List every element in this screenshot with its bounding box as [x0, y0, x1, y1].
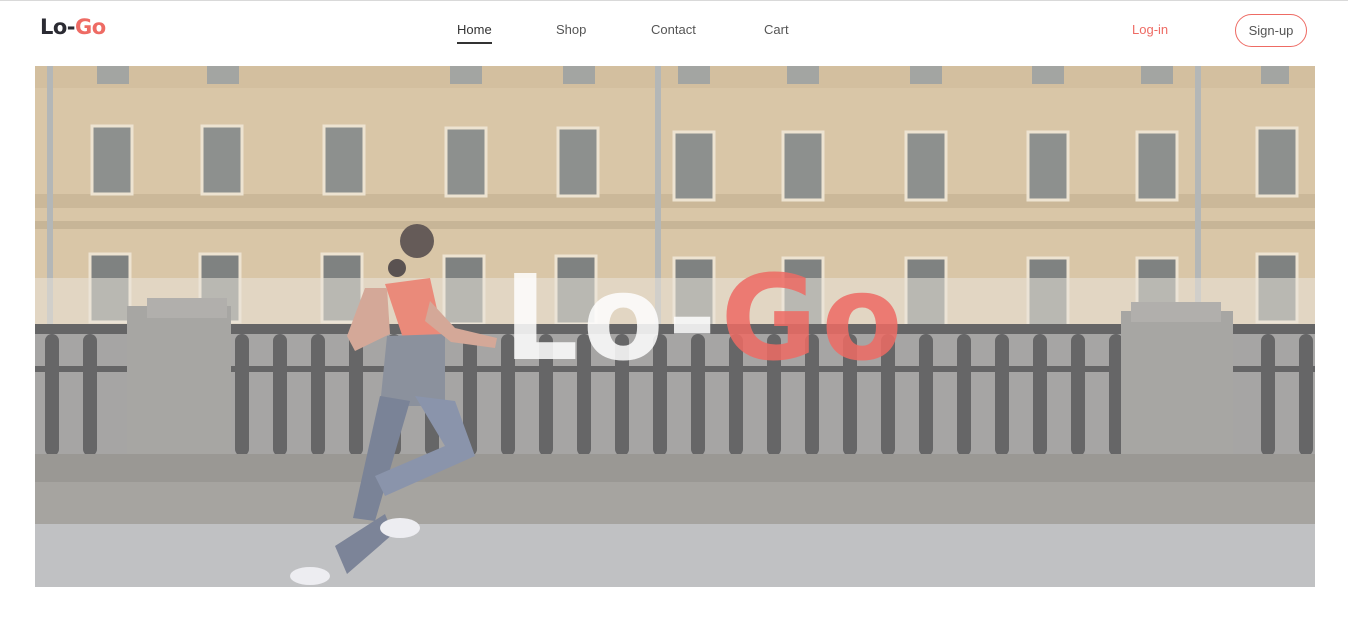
- brand-logo-part2: Go: [75, 15, 106, 39]
- nav-link-contact[interactable]: Contact: [651, 22, 696, 37]
- login-link[interactable]: Log-in: [1132, 22, 1168, 37]
- nav-link-home[interactable]: Home: [457, 22, 492, 37]
- hero-title-part2: Go: [720, 249, 907, 387]
- brand-logo-part1: Lo-: [40, 15, 76, 39]
- brand-logo[interactable]: Lo-Go: [40, 15, 106, 39]
- nav-link-shop[interactable]: Shop: [556, 22, 586, 37]
- navbar: Lo-Go Home Shop Contact Cart Log-in Sign…: [0, 1, 1348, 65]
- hero-banner: Lo-Go: [35, 66, 1315, 587]
- hero-title-part1: Lo-: [503, 249, 721, 387]
- active-nav-underline: [457, 42, 492, 44]
- nav-link-cart[interactable]: Cart: [764, 22, 789, 37]
- hero-title: Lo-Go: [35, 259, 1315, 377]
- signup-button[interactable]: Sign-up: [1235, 14, 1307, 47]
